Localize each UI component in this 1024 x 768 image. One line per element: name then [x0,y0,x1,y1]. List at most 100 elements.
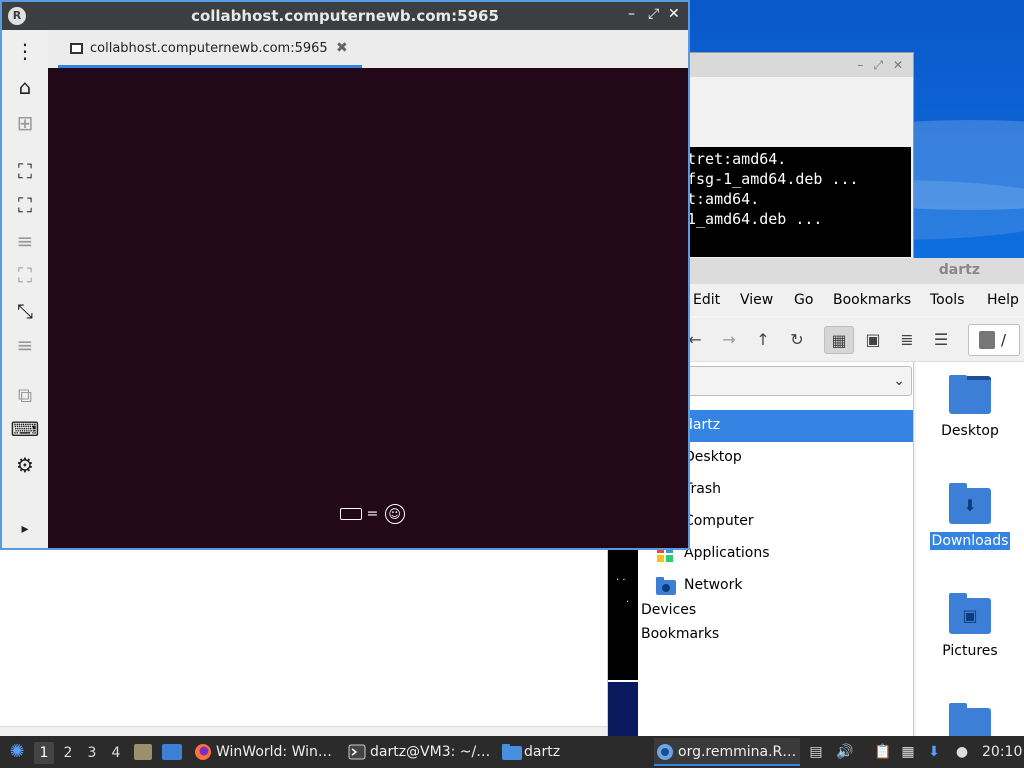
up-arrow-icon[interactable]: ↑ [748,326,778,354]
terminal-dot: . [626,594,630,605]
keyboard-layout-icon[interactable] [340,508,362,520]
folder-item-downloads[interactable]: ⬇ Downloads [916,483,1024,550]
accessibility-icon[interactable]: ☺ [384,504,405,524]
task-firefox[interactable]: WinWorld: Win… [192,738,340,766]
file-manager-toolbar: ← → ↑ ↻ ▦ ▣ ≣ ☰ / [638,318,1024,362]
drive-icon [979,331,995,349]
minimize-button[interactable]: – [628,6,635,22]
clock[interactable]: 20:10 [982,736,1022,768]
fit-window-icon[interactable]: ⛶ [10,156,40,186]
workspace-3[interactable]: 3 [82,742,102,764]
tab-close-icon[interactable]: ✖ [336,40,348,56]
file-manager-titlebar[interactable]: dartz [638,258,1024,284]
preferences-gear-icon[interactable]: ⚙ [10,450,40,480]
terminal-maximize-button[interactable]: ⤢ [873,58,883,73]
list-view-icon[interactable]: ☰ [926,326,956,354]
sidebar-item-label: Desktop [684,449,742,465]
desktop-folder-icon [949,375,991,414]
terminal-line: 1_amd64.deb ... [687,210,823,228]
network-icon[interactable]: ▦ [900,744,916,760]
firefox-icon [194,743,212,761]
task-label: dartz@VM3: ~/… [370,744,491,760]
terminal-close-button[interactable]: ✕ [893,58,903,72]
remmina-titlebar[interactable]: R collabhost.computernewb.com:5965 – ⤢ ✕ [2,2,688,30]
file-view: Desktop ⬇ Downloads ▣ Pictures [916,362,1024,744]
sidebar-item-label: Computer [684,513,754,529]
network-folder-icon [656,577,676,595]
folder-item-desktop[interactable]: Desktop [916,375,1024,440]
workspace-1[interactable]: 1 [34,742,54,764]
sidebar-section-bookmarks[interactable]: Bookmarks [641,626,719,642]
sidebar-item-label: Applications [684,545,770,561]
file-manager-launcher-icon[interactable] [134,744,152,760]
remmina-toolbar: ⋮ ⌂ ⊞ ⛶ ⛶ ≡ ⛶ ⤡ ≡ ⧉ ⌨ ⚙ ▸ [2,30,48,548]
task-remmina[interactable]: org.remmina.R… [654,738,800,766]
more-menu-icon[interactable]: ⋮ [10,36,40,66]
path-bar[interactable]: / [968,324,1020,356]
workspace-2[interactable]: 2 [58,742,78,764]
window-status-strip [0,726,607,736]
workspace-4[interactable]: 4 [106,742,126,764]
background-window[interactable] [0,548,608,736]
menu-help[interactable]: Help [987,292,1019,308]
remote-desktop-view[interactable]: = ☺ [48,68,688,548]
remmina-window[interactable]: R collabhost.computernewb.com:5965 – ⤢ ✕… [0,0,690,550]
menu-tools[interactable]: Tools [930,292,965,308]
show-desktop-icon[interactable] [162,744,182,760]
compact-view-icon[interactable]: ≣ [892,326,922,354]
sidebar-section-devices[interactable]: Devices [641,602,696,618]
thumbnail-view-icon[interactable]: ▣ [858,326,888,354]
file-manager-title: dartz [938,262,980,278]
indicator-separator: = [366,506,379,522]
folder-icon [502,743,522,761]
clipboard-icon[interactable]: 📋 [874,744,891,760]
maximize-button[interactable]: ⤢ [648,6,659,22]
file-manager-window[interactable]: dartz Edit View Go Bookmarks Tools Help … [638,258,1024,744]
terminal-dots: . . [616,572,626,583]
home-icon[interactable]: ⌂ [10,72,40,102]
close-button[interactable]: ✕ [668,6,680,22]
multi-monitor-icon[interactable]: ⧉ [10,380,40,410]
forward-arrow-icon[interactable]: → [714,326,744,354]
menu-view[interactable]: View [740,292,773,308]
terminal-edge-blue [608,680,638,736]
sidebar-item-label: Network [684,577,743,593]
power-icon[interactable]: ● [954,744,970,760]
updates-icon[interactable]: ⬇ [926,744,942,760]
toolbar-grip-icon[interactable]: ≡ [10,226,40,256]
terminal-icon [348,743,366,761]
task-file-manager[interactable]: dartz [500,738,640,766]
terminal-window-edge[interactable]: . . . [608,548,638,736]
terminal-line: tret:amd64. [687,150,787,168]
dynamic-resolution-icon[interactable]: ⛶ [10,260,40,290]
path-root[interactable]: / [1001,331,1006,349]
remmina-icon [656,743,674,761]
volume-icon[interactable]: 🔊 [836,744,853,760]
menu-edit[interactable]: Edit [693,292,720,308]
file-manager-menubar: Edit View Go Bookmarks Tools Help [638,284,1024,316]
fullscreen-icon[interactable]: ⛶ [10,190,40,220]
scale-icon[interactable]: ⤡ [10,296,40,326]
task-label: WinWorld: Win… [216,744,332,760]
keyboard-icon[interactable]: ⌨ [10,414,40,444]
folder-item-pictures[interactable]: ▣ Pictures [916,593,1024,660]
new-connection-icon[interactable]: ⊞ [10,108,40,138]
sidebar-item-network[interactable]: Network [638,570,914,602]
terminal-minimize-button[interactable]: – [857,58,863,72]
tab-connection[interactable]: collabhost.computernewb.com:5965 ✖ [58,30,362,68]
terminal-line: t:amd64. [687,190,760,208]
connection-tab-icon [70,43,83,54]
picture-icon: ▣ [962,606,978,625]
menu-bookmarks[interactable]: Bookmarks [833,292,911,308]
toolbar-grip-icon-2[interactable]: ≡ [10,330,40,360]
start-menu-icon[interactable]: ✺ [4,736,30,768]
menu-go[interactable]: Go [794,292,813,308]
icon-view-icon[interactable]: ▦ [824,326,854,354]
scrollbar-tray-icon[interactable]: ▤ [808,744,824,760]
pictures-folder-icon: ▣ [949,593,991,634]
expand-toolbar-icon[interactable]: ▸ [10,514,40,544]
task-label: org.remmina.R… [678,744,797,760]
terminal-line: fsg-1_amd64.deb ... [687,170,859,188]
task-terminal[interactable]: dartz@VM3: ~/… [346,738,494,766]
reload-icon[interactable]: ↻ [782,326,812,354]
